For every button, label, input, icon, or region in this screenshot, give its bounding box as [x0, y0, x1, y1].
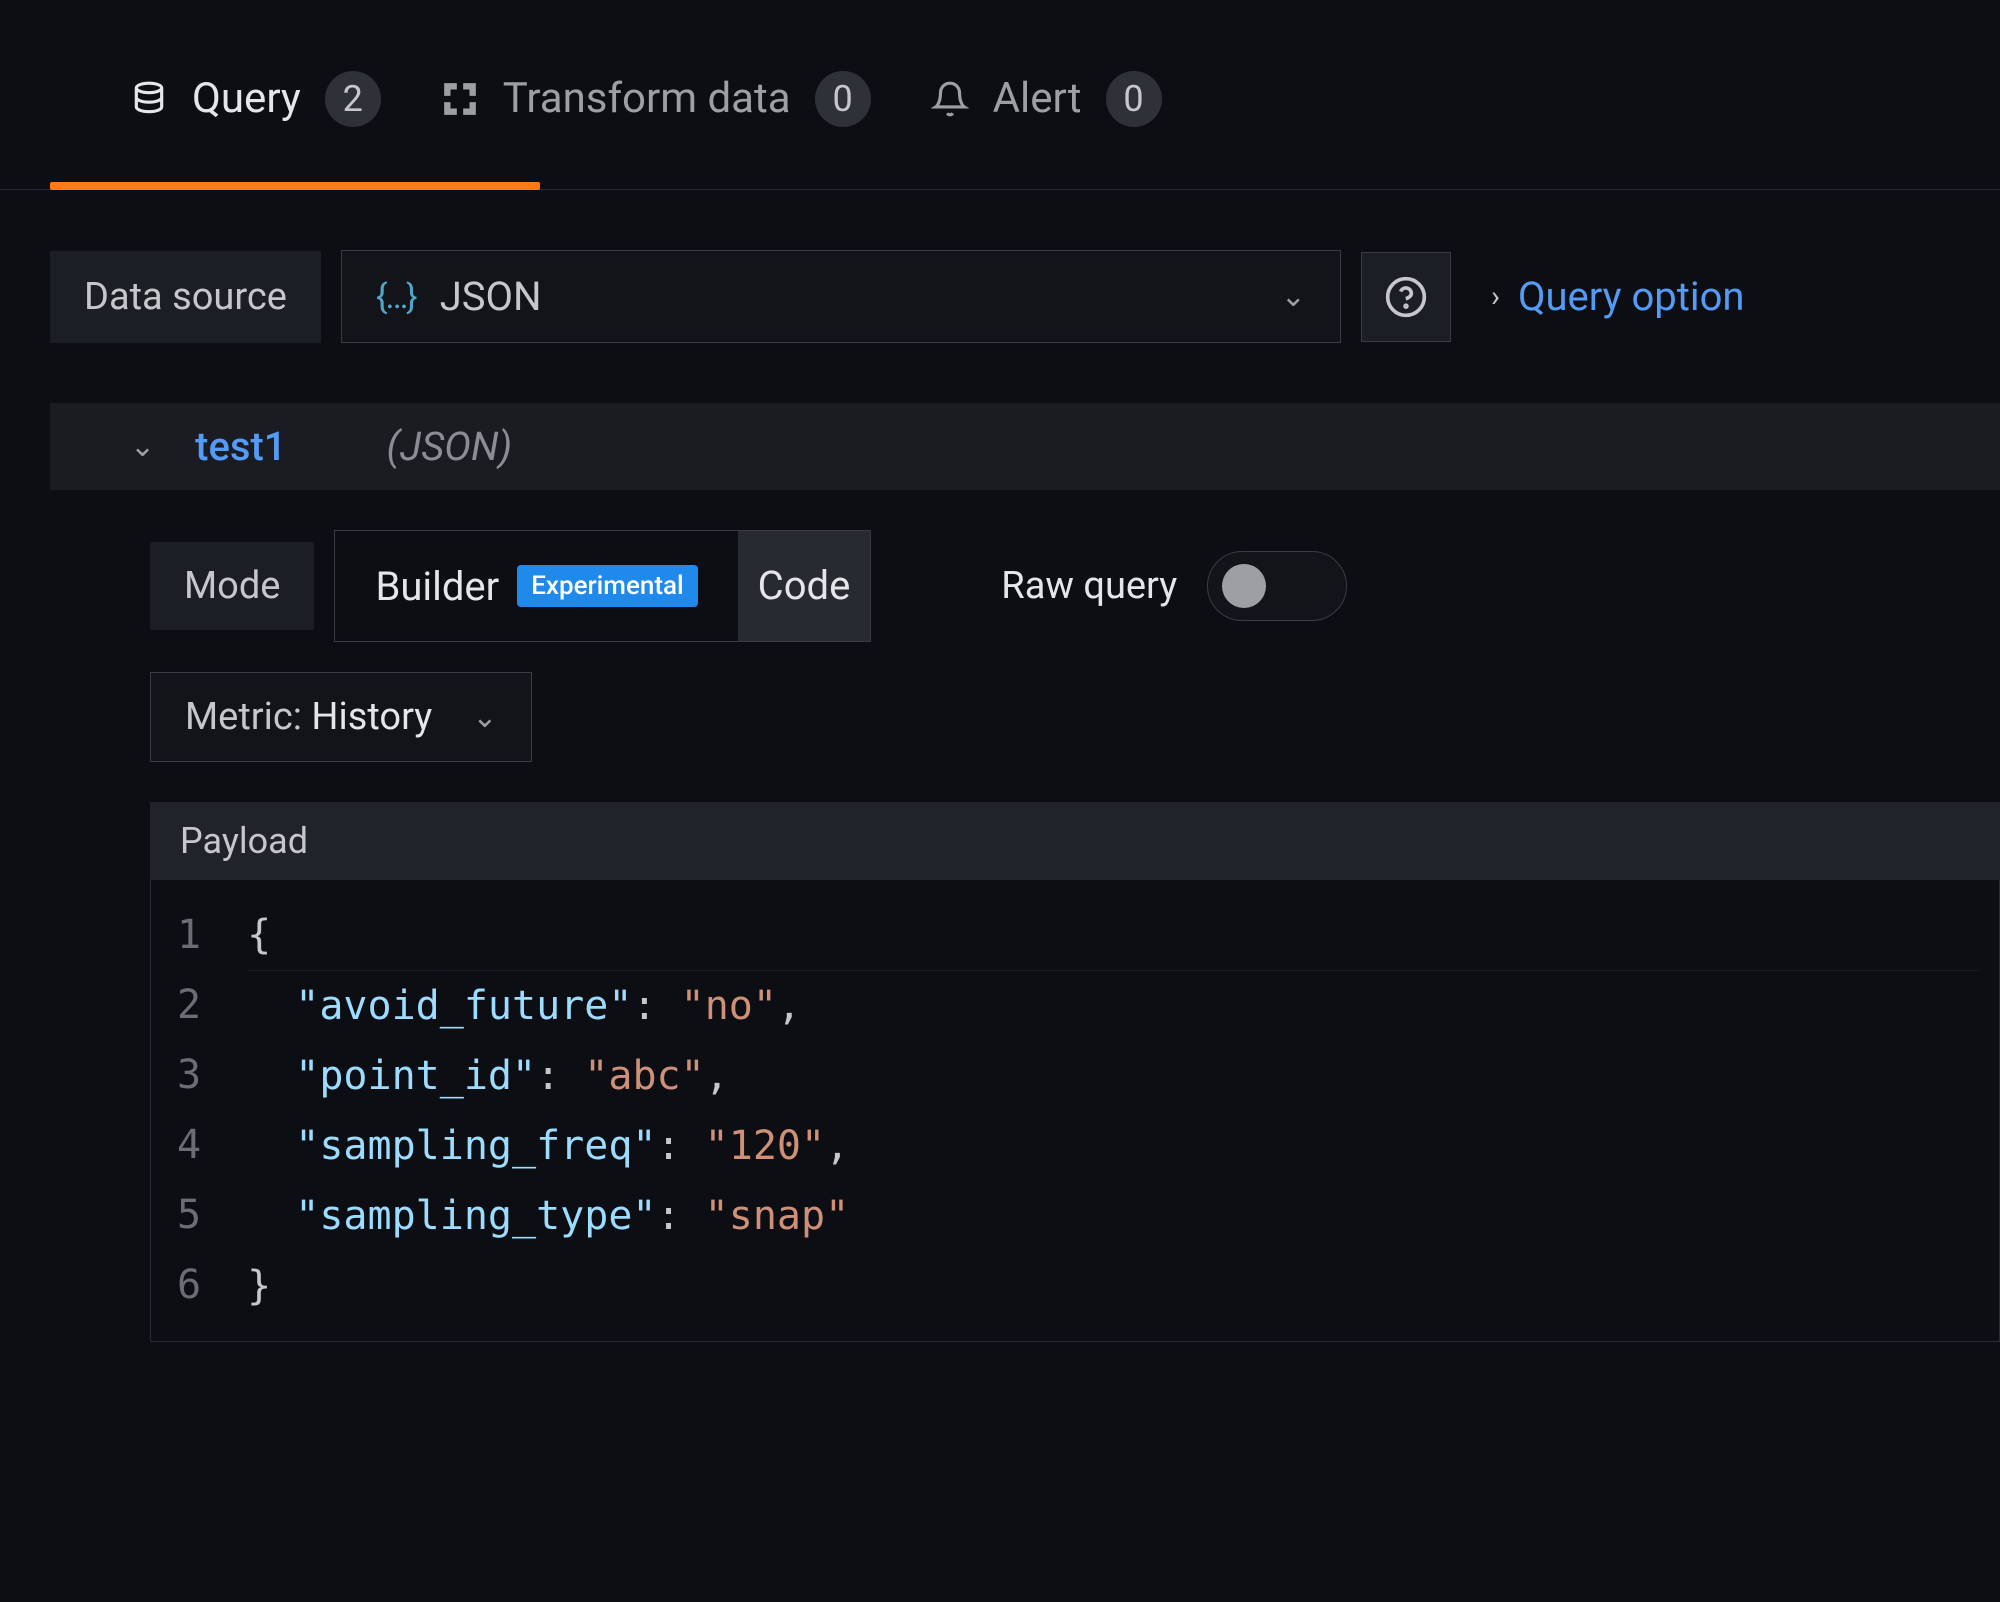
transform-icon: [441, 80, 479, 118]
datasource-toolbar: Data source {…} JSON ⌄ › Query option: [0, 190, 2000, 403]
chevron-right-icon: ›: [1491, 279, 1500, 314]
tab-query[interactable]: Query 2: [130, 71, 381, 159]
metric-select[interactable]: Metric: History ⌄: [150, 672, 532, 762]
mode-builder-button[interactable]: Builder Experimental: [335, 531, 737, 641]
payload-section: Payload 1 2 3 4 5 6 { "avoid_future": "n…: [150, 802, 2000, 1342]
chevron-down-icon: ⌄: [1281, 279, 1306, 314]
chevron-down-icon: ⌄: [130, 429, 155, 464]
payload-editor[interactable]: 1 2 3 4 5 6 { "avoid_future": "no", "poi…: [150, 880, 2000, 1342]
query-ds-hint: (JSON): [387, 423, 513, 470]
mode-code-button[interactable]: Code: [738, 531, 871, 641]
tab-query-count: 2: [325, 71, 381, 127]
mode-row: Mode Builder Experimental Code Raw query: [0, 490, 2000, 642]
payload-title: Payload: [150, 802, 2000, 880]
json-icon: {…}: [376, 277, 416, 317]
mode-code-label: Code: [758, 551, 851, 621]
query-name[interactable]: test1: [195, 423, 286, 470]
tab-transform-label: Transform data: [503, 74, 791, 123]
datasource-value: JSON: [440, 273, 542, 320]
mode-label: Mode: [150, 542, 314, 630]
toggle-knob: [1222, 564, 1266, 608]
chevron-down-icon: ⌄: [472, 700, 497, 735]
help-button[interactable]: [1361, 252, 1451, 342]
query-options-label: Query option: [1518, 273, 1745, 320]
raw-query-label: Raw query: [1001, 564, 1177, 608]
line-gutter: 1 2 3 4 5 6: [151, 880, 227, 1341]
tab-transform[interactable]: Transform data 0: [441, 71, 871, 159]
database-icon: [130, 80, 168, 118]
query-options-link[interactable]: › Query option: [1471, 273, 1745, 320]
metric-label: Metric:: [185, 695, 302, 739]
tab-transform-count: 0: [815, 71, 871, 127]
payload-code[interactable]: { "avoid_future": "no", "point_id": "abc…: [227, 880, 1999, 1341]
datasource-select[interactable]: {…} JSON ⌄: [341, 250, 1341, 343]
raw-query-toggle[interactable]: [1207, 551, 1347, 621]
active-tab-indicator: [50, 182, 540, 190]
tab-alert-count: 0: [1106, 71, 1162, 127]
mode-toggle-group: Builder Experimental Code: [334, 530, 871, 642]
tab-alert-label: Alert: [993, 74, 1082, 123]
raw-query-wrap: Raw query: [1001, 551, 1347, 621]
query-row-header[interactable]: ⌄ test1 (JSON): [50, 403, 2000, 490]
datasource-label: Data source: [50, 251, 321, 343]
metric-row: Metric: History ⌄: [0, 642, 2000, 762]
mode-builder-label: Builder: [375, 563, 499, 610]
help-icon: [1384, 275, 1428, 319]
metric-value: History: [311, 695, 432, 739]
bell-icon: [931, 80, 969, 118]
experimental-chip: Experimental: [517, 565, 697, 607]
tab-query-label: Query: [192, 74, 301, 123]
tab-alert[interactable]: Alert 0: [931, 71, 1162, 159]
panel-tabs: Query 2 Transform data 0 Alert 0: [0, 0, 2000, 190]
